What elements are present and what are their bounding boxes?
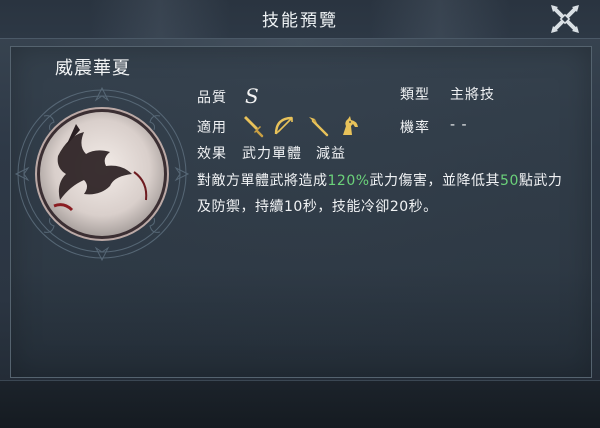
chance-value: - - — [450, 117, 468, 133]
description-text: 對敵方單體武將造成 — [197, 173, 328, 189]
page-title: 技能預覽 — [262, 11, 338, 31]
quality-label: 品質 — [197, 90, 227, 106]
effect-tag-single-target: 武力單體 — [242, 146, 302, 162]
bottom-bar — [0, 380, 600, 428]
damage-percent: 120% — [327, 173, 370, 189]
type-value: 主將技 — [450, 87, 495, 103]
spear-icon — [309, 117, 329, 137]
skill-name: 威震華夏 — [55, 58, 131, 79]
skill-emblem-icon — [14, 86, 190, 262]
panel-shade — [11, 267, 591, 377]
effect-label: 效果 — [197, 146, 227, 162]
close-icon — [551, 5, 579, 33]
reduction-amount: 50 — [500, 173, 519, 189]
type-label: 類型 — [400, 87, 430, 103]
header-bar: 技能預覽 — [0, 0, 600, 39]
effect-tag-debuff: 減益 — [316, 146, 346, 162]
skill-description: 對敵方單體武將造成120%武力傷害，並降低其50點武力及防禦，持續10秒，技能冷… — [197, 168, 567, 220]
quality-value: S — [245, 84, 259, 108]
bow-icon — [274, 116, 293, 135]
description-text: 武力傷害，並降低其 — [369, 173, 501, 189]
applies-label: 適用 — [197, 120, 227, 136]
chance-label: 機率 — [400, 120, 430, 136]
sword-icon — [244, 116, 264, 138]
close-button[interactable] — [548, 2, 582, 36]
horse-icon — [343, 116, 358, 135]
